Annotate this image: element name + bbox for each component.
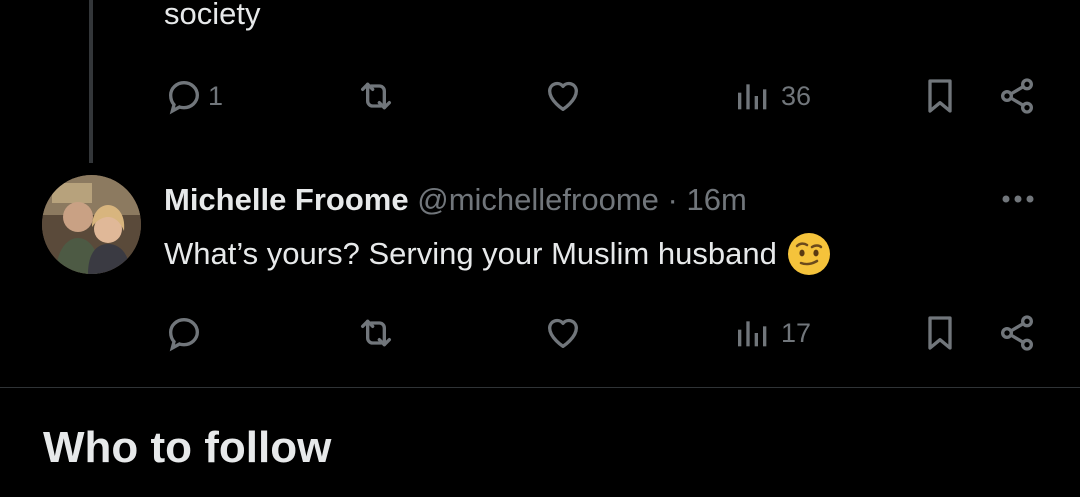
retweet-button[interactable] — [354, 311, 398, 355]
previous-tweet-action-bar: 1 36 — [0, 74, 1080, 118]
heart-icon — [543, 313, 583, 353]
share-button[interactable] — [997, 311, 1037, 355]
header-separator: · — [667, 182, 678, 217]
bookmark-icon — [920, 76, 960, 116]
like-button[interactable] — [543, 311, 583, 355]
views-button[interactable]: 17 — [733, 311, 811, 355]
bookmark-button[interactable] — [920, 74, 960, 118]
tweet-header: Michelle Froome @michellefroome · 16m — [164, 178, 747, 222]
share-icon — [997, 313, 1037, 353]
bookmark-icon — [920, 313, 960, 353]
more-horizontal-icon — [998, 192, 1038, 210]
tweet-text: What’s yours? Serving your Muslim husban… — [164, 232, 831, 276]
share-icon — [997, 76, 1037, 116]
timestamp[interactable]: 16m — [686, 182, 746, 217]
views-count: 36 — [781, 80, 812, 111]
author-name[interactable]: Michelle Froome — [164, 182, 409, 217]
face-with-raised-eyebrow-emoji-icon — [787, 232, 831, 276]
previous-tweet-text: society — [164, 0, 261, 31]
views-icon — [733, 76, 773, 116]
heart-icon — [543, 76, 583, 116]
retweet-button[interactable] — [354, 74, 398, 118]
author-handle[interactable]: @michellefroome — [417, 182, 659, 217]
views-icon — [733, 313, 773, 353]
who-to-follow-heading: Who to follow — [43, 423, 332, 472]
avatar[interactable] — [42, 175, 141, 274]
reply-button[interactable]: 1 — [164, 74, 223, 118]
reply-count: 1 — [208, 80, 224, 111]
reply-icon — [164, 313, 204, 353]
section-divider — [0, 387, 1080, 388]
retweet-icon — [354, 76, 398, 116]
reply-icon — [164, 76, 204, 116]
bookmark-button[interactable] — [920, 311, 960, 355]
reply-button[interactable] — [164, 311, 204, 355]
retweet-icon — [354, 313, 398, 353]
tweet-body: What’s yours? Serving your Muslim husban… — [164, 236, 777, 271]
tweet-action-bar: 17 — [0, 311, 1080, 355]
views-button[interactable]: 36 — [733, 74, 811, 118]
more-options-button[interactable] — [996, 186, 1040, 216]
share-button[interactable] — [997, 74, 1037, 118]
like-button[interactable] — [543, 74, 583, 118]
views-count: 17 — [781, 317, 812, 348]
